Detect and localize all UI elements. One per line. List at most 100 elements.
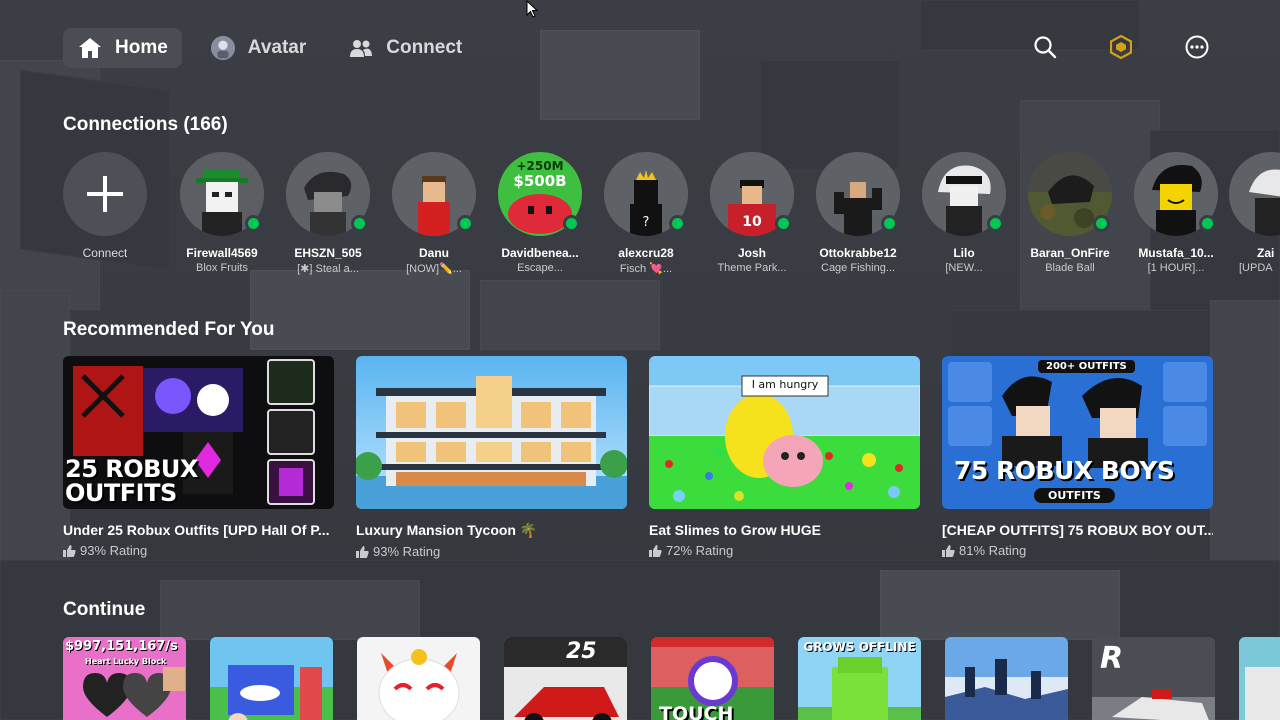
connection-status: Escape... — [517, 262, 563, 274]
connect-add-label: Connect — [82, 246, 128, 260]
continue-game-card[interactable]: $997,151,167/s Heart Lucky Block — [63, 637, 186, 720]
game-thumbnail — [356, 356, 627, 509]
connection-item[interactable]: Danu [NOW]✏️... — [381, 152, 487, 275]
thumbs-up-icon — [942, 544, 955, 557]
rating-text: 93% Rating — [373, 544, 441, 559]
connect-add-button[interactable]: Connect — [63, 152, 147, 275]
connection-name: Josh — [737, 246, 766, 260]
continue-game-card[interactable]: R — [1092, 637, 1215, 720]
game-card[interactable]: 200+ OUTFITS 75 ROBUX BOYS OUTFITS [CHEA… — [942, 356, 1213, 559]
avatar — [1028, 152, 1112, 236]
connection-item[interactable]: Mustafa_10... [1 HOUR]... — [1123, 152, 1229, 275]
online-indicator — [1093, 215, 1110, 232]
game-card[interactable]: I am hungry Eat Slimes to Grow HUGE 72% … — [649, 356, 920, 559]
game-card[interactable]: 25 ROBUX OUTFITS Under 25 Robux Outfits … — [63, 356, 334, 559]
thumb-caption: OUTFITS — [65, 479, 177, 507]
thumb-caption: $997,151,167/s — [65, 639, 178, 654]
online-indicator — [245, 215, 262, 232]
connection-status: [1 HOUR]... — [1147, 262, 1205, 274]
connection-status: [NEW... — [945, 262, 983, 274]
avatar — [922, 152, 1006, 236]
online-indicator — [669, 215, 686, 232]
top-nav: Home Avatar Connect — [63, 28, 476, 68]
connection-item[interactable]: Zai [UPDA — [1229, 152, 1280, 275]
connection-item[interactable]: EHSZN_505 [✱] Steal a... — [275, 152, 381, 275]
avatar — [392, 152, 476, 236]
connection-status: Theme Park... — [717, 262, 787, 274]
online-indicator — [881, 215, 898, 232]
continue-game-card[interactable] — [1239, 637, 1280, 720]
continue-game-card[interactable]: GROWS OFFLINE — [798, 637, 921, 720]
mouse-cursor-icon — [526, 0, 538, 18]
connection-item[interactable]: Lilo [NEW... — [911, 152, 1017, 275]
game-thumbnail: I am hungry — [649, 356, 920, 509]
recommended-list: 25 ROBUX OUTFITS Under 25 Robux Outfits … — [63, 356, 1213, 559]
connection-item[interactable]: 10 Josh Theme Park... — [699, 152, 805, 275]
more-icon[interactable] — [1184, 34, 1210, 60]
nav-home-label: Home — [115, 37, 168, 58]
connection-name: Baran_OnFire — [1030, 246, 1110, 260]
top-right-actions — [1032, 34, 1210, 60]
continue-game-card[interactable]: 25 — [504, 637, 627, 720]
avatar — [1229, 152, 1280, 236]
thumb-caption: TOUCH — [659, 703, 734, 720]
rating-text: 81% Rating — [959, 543, 1027, 558]
game-rating: 72% Rating — [649, 543, 920, 558]
connections-title[interactable]: Connections (166) — [63, 114, 228, 136]
nav-avatar[interactable]: Avatar — [196, 28, 320, 68]
online-indicator — [987, 215, 1004, 232]
plus-icon — [87, 176, 123, 212]
connection-name: Zai — [1257, 246, 1275, 260]
thumb-caption: I am hungry — [751, 378, 819, 391]
connection-name: EHSZN_505 — [294, 246, 362, 260]
search-icon[interactable] — [1032, 34, 1058, 60]
thumb-caption: 75 ROBUX BOYS — [954, 456, 1175, 485]
game-rating: 81% Rating — [942, 543, 1213, 558]
rating-text: 72% Rating — [666, 543, 734, 558]
thumbs-up-icon — [63, 544, 76, 557]
continue-list: $997,151,167/s Heart Lucky Block 25 TOUC… — [63, 637, 1280, 720]
thumb-caption: OUTFITS — [1034, 488, 1115, 503]
continue-game-card[interactable] — [357, 637, 480, 720]
connection-name: Lilo — [953, 246, 975, 260]
thumb-caption: 200+ OUTFITS — [1038, 360, 1135, 373]
svg-text:$500B: $500B — [513, 172, 566, 190]
avatar — [286, 152, 370, 236]
home-icon — [77, 35, 103, 61]
continue-game-card[interactable] — [945, 637, 1068, 720]
game-title: Luxury Mansion Tycoon 🌴 — [356, 522, 538, 538]
nav-connect[interactable]: Connect — [334, 28, 476, 68]
connection-name: alexcru28 — [618, 246, 674, 260]
nav-home[interactable]: Home — [63, 28, 182, 68]
game-thumbnail: 25 ROBUX OUTFITS — [63, 356, 334, 509]
connection-status: Cage Fishing... — [821, 262, 895, 274]
thumb-caption: 25 ROBUX — [65, 455, 198, 483]
connection-item[interactable]: Baran_OnFire Blade Ball — [1017, 152, 1123, 275]
robux-icon[interactable] — [1108, 34, 1134, 60]
thumb-caption: GROWS OFFLINE — [803, 640, 916, 654]
connection-item[interactable]: Firewall4569 Blox Fruits — [169, 152, 275, 275]
connection-status: Blox Fruits — [196, 262, 248, 274]
connection-item[interactable]: +250M $500B Davidbenea... Escape... — [487, 152, 593, 275]
game-thumbnail: 200+ OUTFITS 75 ROBUX BOYS OUTFITS — [942, 356, 1213, 509]
connection-item[interactable]: ?? alexcru28 Fisch 💘... — [593, 152, 699, 275]
connection-status: Blade Ball — [1045, 262, 1095, 274]
continue-game-card[interactable]: TOUCH — [651, 637, 774, 720]
connection-status: [UPDA — [1239, 262, 1273, 274]
avatar — [816, 152, 900, 236]
svg-text:10: 10 — [742, 214, 762, 230]
online-indicator — [775, 215, 792, 232]
home-screen: Home Avatar Connect Connections (166) Co… — [0, 0, 1280, 720]
online-indicator — [563, 215, 580, 232]
avatar: ?? — [604, 152, 688, 236]
connection-item[interactable]: Ottokrabbe12 Cage Fishing... — [805, 152, 911, 275]
avatar-icon — [210, 35, 236, 61]
continue-game-card[interactable] — [210, 637, 333, 720]
thumb-caption: R — [1100, 641, 1124, 676]
rating-text: 93% Rating — [80, 543, 148, 558]
game-rating: 93% Rating — [356, 544, 627, 559]
connection-name: Firewall4569 — [186, 246, 258, 260]
game-card[interactable]: Luxury Mansion Tycoon 🌴 93% Rating — [356, 356, 627, 559]
connection-name: Mustafa_10... — [1138, 246, 1214, 260]
connection-status: [NOW]✏️... — [406, 263, 462, 275]
